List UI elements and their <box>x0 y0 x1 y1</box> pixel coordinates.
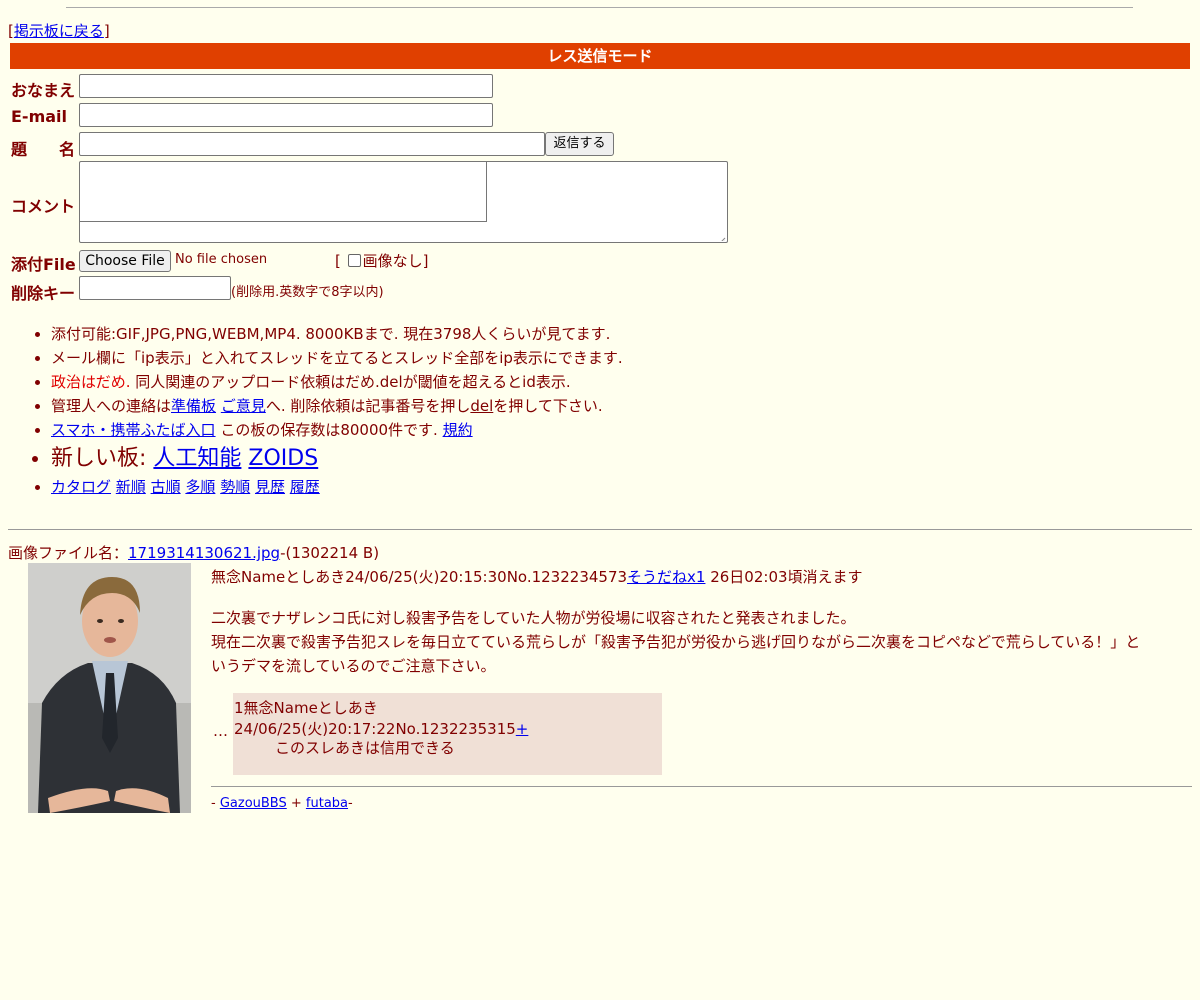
catalog-link[interactable]: カタログ <box>51 478 111 496</box>
back-nav: [掲示板に戻る] <box>8 22 110 40</box>
rule-attachments: 添付可能:GIF,JPG,PNG,WEBM,MP4. 8000KBまで. 現在3… <box>51 322 623 346</box>
rule-politics-text: 同人関連のアップロード依頼はだめ.delが閾値を超えるとid表示. <box>130 373 571 391</box>
view-history-link[interactable]: 見歴 <box>255 478 285 496</box>
sort-old-link[interactable]: 古順 <box>151 478 181 496</box>
footer-plus: + <box>286 796 306 811</box>
file-name-link[interactable]: 1719314130621.jpg <box>128 544 280 562</box>
mode-bar: レス送信モード <box>10 43 1190 69</box>
ai-board-link[interactable]: 人工知能 <box>153 446 241 471</box>
delkey-label: 削除キー <box>11 284 76 303</box>
reply-plus-link[interactable]: + <box>516 720 529 738</box>
mobile-entrance-link[interactable]: スマホ・携帯ふたば入口 <box>51 421 216 439</box>
thread-divider <box>8 529 1192 530</box>
rules-list: 添付可能:GIF,JPG,PNG,WEBM,MP4. 8000KBまで. 現在3… <box>0 322 623 499</box>
person-photo <box>28 563 191 813</box>
reply-post: 1無念Nameとしあき24/06/25(火)20:17:22No.1232235… <box>233 693 662 775</box>
post-header: 無念Nameとしあき24/06/25(火)20:15:30No.12322345… <box>211 566 863 587</box>
delkey-input[interactable] <box>79 276 231 300</box>
footer: - GazouBBS + futaba- <box>211 796 353 811</box>
no-image-label[interactable]: 画像なし <box>363 252 423 270</box>
choose-file-button[interactable]: Choose File <box>79 250 171 272</box>
feedback-link[interactable]: ご意見 <box>221 397 266 415</box>
footer-dash-start: - <box>211 796 220 811</box>
post-body: 二次裏でナザレンコ氏に対し殺害予告をしていた人物が労役場に収容されたと発表されま… <box>211 606 1151 678</box>
subject-input[interactable] <box>79 132 545 156</box>
zoids-board-link[interactable]: ZOIDS <box>248 446 318 471</box>
resize-handle-icon[interactable] <box>716 231 726 241</box>
submit-button[interactable]: 返信する <box>545 132 614 156</box>
rule-delete-text: へ. 削除依頼は記事番号を押し <box>265 397 471 415</box>
expiry-text: 26日02:03頃消えます <box>705 568 863 586</box>
file-size: -(1302214 B) <box>280 544 380 562</box>
sort-momentum-link[interactable]: 勢順 <box>220 478 250 496</box>
delkey-note: (削除用.英数字で8字以内) <box>231 285 384 300</box>
top-divider <box>66 7 1133 8</box>
no-image-checkbox[interactable] <box>347 254 361 267</box>
gazoubbs-link[interactable]: GazouBBS <box>220 796 287 811</box>
subject-label: 題 名 <box>11 140 76 159</box>
file-label: 添付File <box>11 255 76 274</box>
file-status: No file chosen <box>175 252 268 267</box>
textarea-resize-guide <box>80 162 487 222</box>
thread-image[interactable] <box>28 563 191 813</box>
reply-meta: 1無念Nameとしあき24/06/25(火)20:17:22No.1232235… <box>234 699 516 738</box>
name-label: おなまえ <box>11 81 76 100</box>
post-body-line-2: 現在二次裏で殺害予告犯スレを毎日立てている荒らしが「殺害予告犯が労役から逃げ回り… <box>211 633 1141 675</box>
sort-new-link[interactable]: 新順 <box>116 478 146 496</box>
reply-body: このスレあきは信用できる <box>275 739 455 757</box>
rule-politics: 政治はだめ. 同人関連のアップロード依頼はだめ.delが閾値を超えるとid表示. <box>51 370 623 394</box>
new-boards-label: 新しい板: <box>51 446 154 471</box>
file-info: 画像ファイル名：1719314130621.jpg-(1302214 B) <box>8 542 379 563</box>
email-label: E-mail <box>11 107 68 126</box>
rule-mobile: スマホ・携帯ふたば入口 この板の保存数は80000件です. 規約 <box>51 418 623 442</box>
sort-links: カタログ 新順 古順 多順 勢順 見歴 履歴 <box>51 475 623 499</box>
prep-board-link[interactable]: 準備板 <box>171 397 216 415</box>
sort-many-link[interactable]: 多順 <box>185 478 215 496</box>
file-prefix: 画像ファイル名： <box>8 544 129 562</box>
soudane-button[interactable]: そうだねx1 <box>627 568 705 586</box>
comment-label: コメント <box>11 197 76 216</box>
email-input[interactable] <box>79 103 493 127</box>
reply-ellipsis: … <box>213 722 228 740</box>
terms-link[interactable]: 規約 <box>443 421 473 439</box>
rule-ip-display: メール欄に「ip表示」と入れてスレッドを立てるとスレッド全部をip表示にできます… <box>51 346 623 370</box>
rule-contact: 管理人への連絡は準備板 ご意見へ. 削除依頼は記事番号を押しdelを押して下さい… <box>51 394 623 418</box>
no-image-option: [ 画像なし] <box>335 252 429 270</box>
footer-dash-end: - <box>348 796 353 811</box>
futaba-link[interactable]: futaba <box>306 796 348 811</box>
storage-note: この板の保存数は80000件です. <box>215 421 443 439</box>
footer-divider <box>211 786 1192 787</box>
post-meta: 無念Nameとしあき24/06/25(火)20:15:30No.12322345… <box>211 568 628 586</box>
reply-header: 1無念Nameとしあき24/06/25(火)20:17:22No.1232235… <box>234 697 662 739</box>
back-link[interactable]: 掲示板に戻る <box>14 22 104 40</box>
post-body-line-1: 二次裏でナザレンコ氏に対し殺害予告をしていた人物が労役場に収容されたと発表されま… <box>211 609 856 627</box>
rule-contact-text: 管理人への連絡は <box>51 397 172 415</box>
rule-politics-warning: 政治はだめ. <box>51 373 131 391</box>
history-link[interactable]: 履歴 <box>290 478 320 496</box>
del-label: del <box>470 397 494 415</box>
rule-delete-text-end: を押して下さい. <box>493 397 603 415</box>
name-input[interactable] <box>79 74 493 98</box>
new-boards: 新しい板: 人工知能 ZOIDS <box>51 442 623 475</box>
